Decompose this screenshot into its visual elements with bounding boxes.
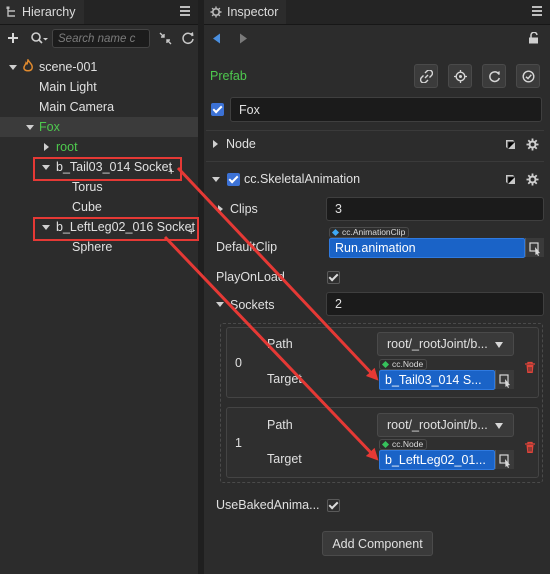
tree-node-fox[interactable]: Fox <box>39 120 60 134</box>
tree-node-main-light[interactable]: Main Light <box>39 80 97 94</box>
trash-icon[interactable] <box>524 441 536 454</box>
forward-arrow-icon[interactable] <box>239 33 248 44</box>
socket-target-label: Target <box>267 452 302 466</box>
leg-socket-expand-icon[interactable] <box>42 225 50 230</box>
play-on-load-checkbox[interactable] <box>327 271 340 284</box>
clips-expand-icon[interactable] <box>218 205 223 213</box>
socket-target-picker[interactable] <box>495 370 514 389</box>
socket-target-picker[interactable] <box>495 450 514 469</box>
hierarchy-tabbar: Hierarchy <box>0 0 198 25</box>
play-on-load-label: PlayOnLoad <box>216 270 285 284</box>
default-clip-label: DefaultClip <box>216 240 278 254</box>
trash-icon[interactable] <box>524 361 536 374</box>
scene-expand-icon[interactable] <box>9 65 17 70</box>
hierarchy-search-input[interactable]: Search name c <box>52 29 150 48</box>
socket-target-field[interactable]: b_LeftLeg02_01... <box>379 450 495 470</box>
inspector-tab[interactable]: Inspector <box>204 0 287 24</box>
tree-node-tail-socket[interactable]: b_Tail03_014 Socket <box>56 160 172 174</box>
add-child-icon[interactable]: + <box>188 226 194 238</box>
sockets-expand-icon[interactable] <box>216 302 224 307</box>
clips-count-input[interactable]: 3 <box>326 197 544 221</box>
socket-path-select[interactable]: root/_rootJoint/b... <box>377 332 514 356</box>
hierarchy-tab[interactable]: Hierarchy <box>0 0 84 24</box>
component-title: cc.SkeletalAnimation <box>244 172 361 186</box>
refresh-icon[interactable] <box>181 31 195 45</box>
sockets-count-input[interactable]: 2 <box>326 292 544 316</box>
inspector-tabbar: Inspector <box>204 0 550 25</box>
apply-prefab-button[interactable] <box>516 64 540 88</box>
socket-path-label: Path <box>267 418 293 432</box>
hierarchy-icon <box>6 6 15 17</box>
component-enabled-checkbox[interactable] <box>227 173 240 186</box>
component-expand-icon[interactable] <box>212 177 220 182</box>
node-active-checkbox[interactable] <box>211 103 224 116</box>
tree-node-cube[interactable]: Cube <box>72 200 102 214</box>
inspector-tab-title: Inspector <box>227 5 279 19</box>
default-clip-picker[interactable] <box>525 238 544 257</box>
node-section-expand-icon[interactable] <box>213 140 218 148</box>
collapse-icon[interactable] <box>159 32 172 45</box>
socket-path-label: Path <box>267 337 293 351</box>
sockets-label: Sockets <box>230 298 275 312</box>
tree-node-torus[interactable]: Torus <box>72 180 103 194</box>
default-clip-field[interactable]: Run.animation <box>329 238 525 258</box>
node-type-tag: cc.Node <box>379 359 428 370</box>
lock-icon[interactable] <box>528 32 540 44</box>
tail-socket-expand-icon[interactable] <box>42 165 50 170</box>
node-name-input[interactable]: Fox <box>230 97 542 122</box>
tree-node-main-camera[interactable]: Main Camera <box>39 100 114 114</box>
use-baked-animation-label: UseBakedAnima... <box>216 498 320 512</box>
socket-path-select[interactable]: root/_rootJoint/b... <box>377 413 514 437</box>
unlink-prefab-button[interactable] <box>414 64 438 88</box>
clips-label: Clips <box>230 202 258 216</box>
socket-target-field[interactable]: b_Tail03_014 S... <box>379 370 495 390</box>
revert-prefab-button[interactable] <box>482 64 506 88</box>
inspector-menu-icon[interactable] <box>532 6 542 16</box>
tree-node-scene[interactable]: scene-001 <box>39 60 97 74</box>
socket-target-label: Target <box>267 372 302 386</box>
add-icon[interactable] <box>7 32 19 44</box>
use-baked-animation-checkbox[interactable] <box>327 499 340 512</box>
tree-node-sphere[interactable]: Sphere <box>72 240 112 254</box>
gear-icon <box>210 6 222 18</box>
divider <box>206 130 544 131</box>
search-icon[interactable] <box>30 31 48 45</box>
select-node-icon <box>499 374 510 388</box>
select-node-icon <box>499 454 510 468</box>
prefab-label: Prefab <box>210 69 247 83</box>
check-circle-icon <box>521 69 535 83</box>
hierarchy-tab-title: Hierarchy <box>22 5 76 19</box>
book-icon[interactable] <box>504 173 517 186</box>
add-child-icon[interactable]: + <box>168 166 174 178</box>
asset-type-tag: cc.AnimationClip <box>329 227 410 238</box>
hierarchy-menu-icon[interactable] <box>180 6 190 16</box>
tree-node-root[interactable]: root <box>56 140 78 154</box>
scene-flame-icon <box>23 59 33 72</box>
tree-node-leg-socket[interactable]: b_LeftLeg02_016 Socket <box>56 220 195 234</box>
socket-index: 1 <box>235 436 242 450</box>
divider <box>206 161 544 162</box>
root-expand-icon[interactable] <box>44 143 49 151</box>
gear-icon[interactable] <box>526 173 539 186</box>
locate-prefab-button[interactable] <box>448 64 472 88</box>
select-asset-icon <box>529 242 540 256</box>
hierarchy-panel: Hierarchy Search name c scene-001 Main L… <box>0 0 199 574</box>
back-arrow-icon[interactable] <box>212 33 221 44</box>
book-icon[interactable] <box>504 138 517 151</box>
target-icon <box>453 69 467 83</box>
socket-index: 0 <box>235 356 242 370</box>
unlink-icon <box>419 69 433 83</box>
node-section-title[interactable]: Node <box>226 137 256 151</box>
fox-expand-icon[interactable] <box>26 125 34 130</box>
gear-icon[interactable] <box>526 138 539 151</box>
add-component-button[interactable]: Add Component <box>322 531 433 556</box>
refresh-icon <box>488 70 500 82</box>
node-type-tag: cc.Node <box>379 439 428 450</box>
